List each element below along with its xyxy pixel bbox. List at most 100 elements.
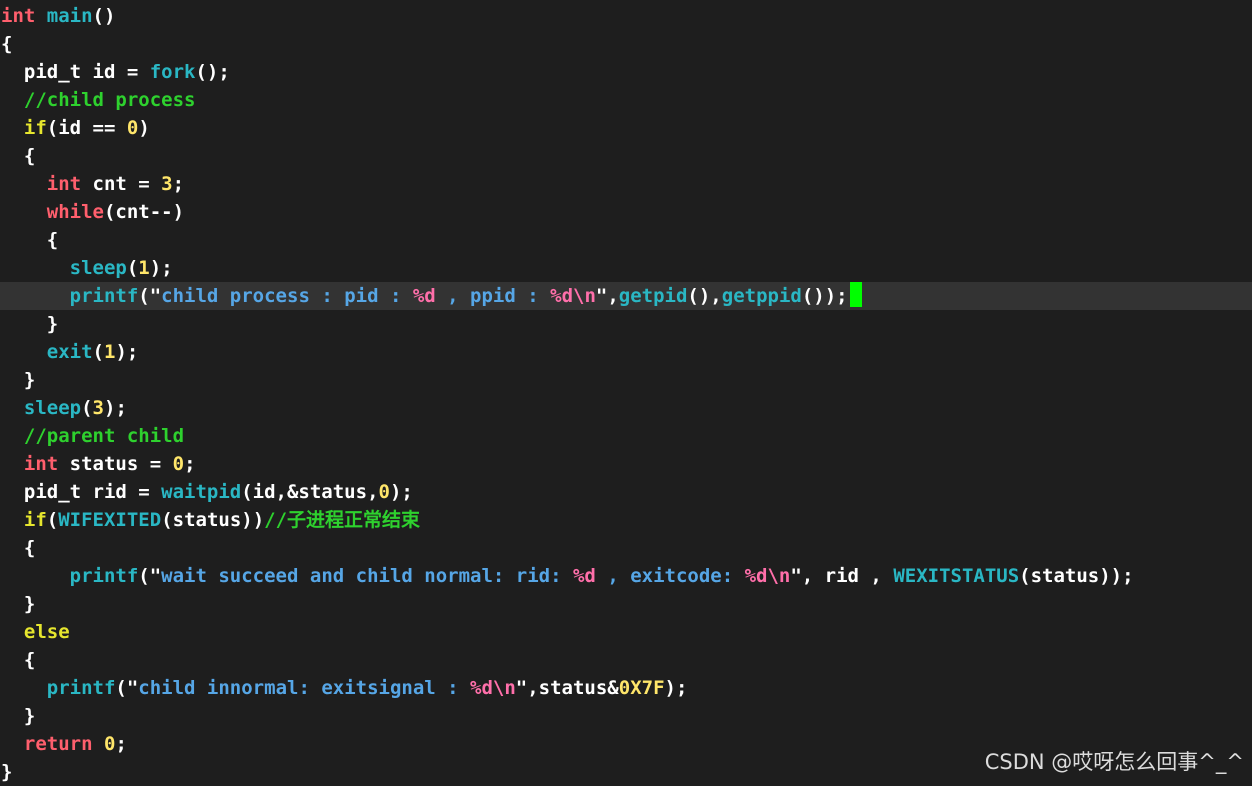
code-token-string: child innormal: exitsignal : bbox=[138, 677, 471, 699]
code-line[interactable]: printf("child process : pid : %d , ppid … bbox=[0, 282, 1252, 310]
code-line[interactable]: //child process bbox=[0, 86, 1252, 114]
code-token-number: 0 bbox=[126, 117, 139, 139]
code-token-plain: ); bbox=[149, 257, 173, 279]
code-line[interactable]: } bbox=[0, 310, 1252, 338]
code-line[interactable]: else bbox=[0, 618, 1252, 646]
code-token-string: , exitcode: bbox=[595, 565, 745, 587]
code-line[interactable]: printf("wait succeed and child normal: r… bbox=[0, 562, 1252, 590]
code-token-keyword: while bbox=[46, 201, 104, 223]
code-token-string: wait succeed and child normal: rid: bbox=[161, 565, 573, 587]
code-line[interactable]: { bbox=[0, 226, 1252, 254]
code-line[interactable]: { bbox=[0, 30, 1252, 58]
code-token-plain: (status)); bbox=[1019, 565, 1134, 587]
code-token-plain: { bbox=[1, 229, 59, 251]
code-token-function: getpid bbox=[618, 285, 688, 307]
code-line[interactable]: int cnt = 3; bbox=[0, 170, 1252, 198]
code-token-plain: } bbox=[1, 761, 13, 783]
code-token-number: 3 bbox=[92, 397, 104, 419]
code-token-keyword: int bbox=[1, 5, 36, 27]
code-token-plain: pid_t id = bbox=[1, 61, 150, 83]
code-token-plain: () bbox=[92, 5, 116, 27]
code-token-format: %d bbox=[572, 565, 596, 587]
code-token-plain: ", bbox=[595, 285, 619, 307]
code-token-plain: ; bbox=[115, 733, 127, 755]
code-token-keyword: return bbox=[23, 733, 93, 755]
code-line[interactable]: pid_t id = fork(); bbox=[0, 58, 1252, 86]
code-line[interactable]: int main() bbox=[0, 2, 1252, 30]
code-line[interactable]: sleep(3); bbox=[0, 394, 1252, 422]
code-token-plain: ; bbox=[172, 173, 185, 195]
code-token-function: printf bbox=[46, 677, 116, 699]
code-token-plain: (); bbox=[195, 61, 230, 83]
code-token-comment: //child process bbox=[23, 89, 196, 111]
code-line[interactable]: //parent child bbox=[0, 422, 1252, 450]
code-token-number: 1 bbox=[103, 341, 116, 363]
code-token-format: %d\n bbox=[550, 285, 596, 307]
code-token-function: getppid bbox=[721, 285, 802, 307]
code-token-number: 3 bbox=[161, 173, 173, 195]
code-line[interactable]: if(id == 0) bbox=[0, 114, 1252, 142]
code-line[interactable]: exit(1); bbox=[0, 338, 1252, 366]
code-token-keyword: int bbox=[23, 453, 59, 475]
code-token-function: printf bbox=[69, 565, 139, 587]
code-line[interactable]: while(cnt--) bbox=[0, 198, 1252, 226]
code-token-control: if bbox=[23, 509, 47, 531]
code-token-control: if bbox=[23, 117, 47, 139]
code-token-format: %d\n bbox=[744, 565, 791, 587]
code-token-plain: ", rid , bbox=[790, 565, 894, 587]
code-line[interactable]: int status = 0; bbox=[0, 450, 1252, 478]
code-line[interactable]: pid_t rid = waitpid(id,&status,0); bbox=[0, 478, 1252, 506]
code-token-function: main bbox=[46, 5, 93, 27]
code-token-function: exit bbox=[46, 341, 93, 363]
code-token-comment: //子进程正常结束 bbox=[264, 509, 421, 531]
code-token-function: sleep bbox=[69, 257, 127, 279]
code-token-format: %d\n bbox=[470, 677, 516, 699]
code-token-plain: } bbox=[1, 705, 36, 727]
code-token-plain: (status)) bbox=[161, 509, 265, 531]
code-token-plain: { bbox=[1, 537, 36, 559]
code-token-plain: ); bbox=[104, 397, 127, 419]
code-line[interactable]: } bbox=[0, 366, 1252, 394]
code-line[interactable]: { bbox=[0, 534, 1252, 562]
code-token-plain: ()); bbox=[801, 285, 848, 307]
code-token-plain: (" bbox=[138, 285, 162, 307]
code-token-number: 0 bbox=[378, 481, 390, 503]
code-line[interactable]: sleep(1); bbox=[0, 254, 1252, 282]
code-token-number: 0 bbox=[103, 733, 116, 755]
code-line[interactable]: printf("child innormal: exitsignal : %d\… bbox=[0, 674, 1252, 702]
code-line[interactable]: { bbox=[0, 646, 1252, 674]
code-token-plain: } bbox=[1, 593, 36, 615]
code-token-number: 0X7F bbox=[618, 677, 665, 699]
code-token-plain: ); bbox=[115, 341, 139, 363]
code-line[interactable]: if(WIFEXITED(status))//子进程正常结束 bbox=[0, 506, 1252, 534]
code-token-plain: { bbox=[1, 33, 13, 55]
csdn-watermark: CSDN @哎呀怎么回事^_^ bbox=[984, 750, 1244, 774]
code-editor[interactable]: int main() { pid_t id = fork(); //child p… bbox=[0, 2, 1252, 786]
code-line[interactable]: } bbox=[0, 702, 1252, 730]
code-token-control: else bbox=[23, 621, 70, 643]
code-line[interactable]: { bbox=[0, 142, 1252, 170]
code-token-plain: ); bbox=[664, 677, 688, 699]
code-token-function: WIFEXITED bbox=[58, 509, 162, 531]
code-token-plain: pid_t rid = bbox=[1, 481, 162, 503]
code-token-comment: //parent child bbox=[23, 425, 185, 447]
code-token-plain: ( bbox=[46, 509, 59, 531]
code-token-keyword: int bbox=[46, 173, 82, 195]
code-token-plain: (cnt--) bbox=[103, 201, 185, 223]
code-token-plain: ",status& bbox=[515, 677, 619, 699]
code-line[interactable]: } bbox=[0, 590, 1252, 618]
code-token-function: printf bbox=[69, 285, 139, 307]
code-token-string: child process : pid : bbox=[161, 285, 413, 307]
code-token-plain: } bbox=[1, 313, 59, 335]
code-token-plain: } bbox=[1, 369, 36, 391]
